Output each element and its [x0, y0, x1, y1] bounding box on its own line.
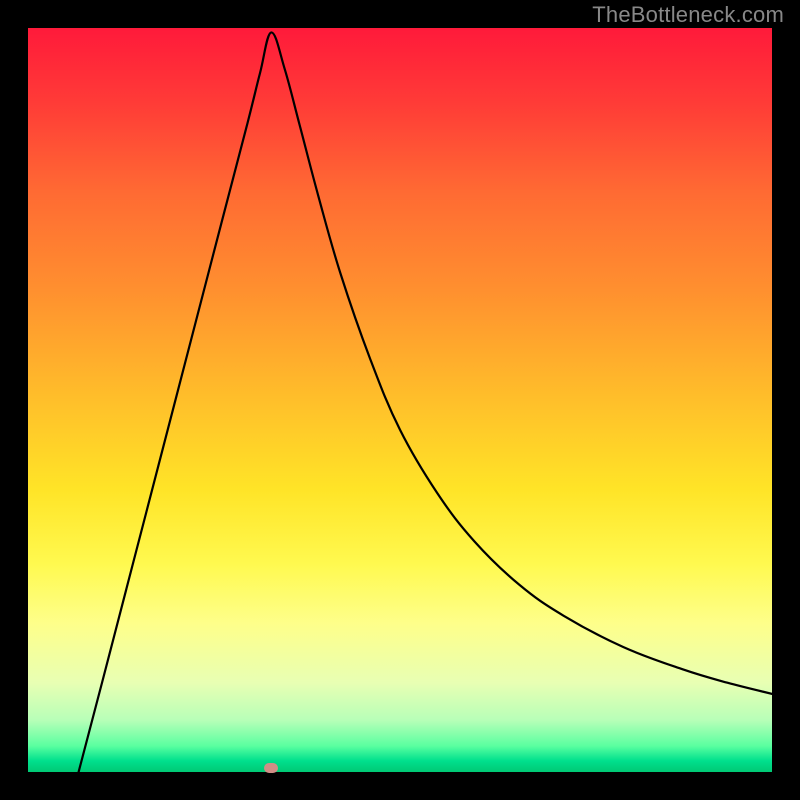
bottleneck-curve [79, 32, 772, 772]
curve-layer [28, 28, 772, 772]
plot-area [28, 28, 772, 772]
plot-frame [28, 28, 772, 772]
chart-root: TheBottleneck.com [0, 0, 800, 800]
watermark-text: TheBottleneck.com [592, 2, 784, 28]
optimum-marker [264, 763, 278, 773]
